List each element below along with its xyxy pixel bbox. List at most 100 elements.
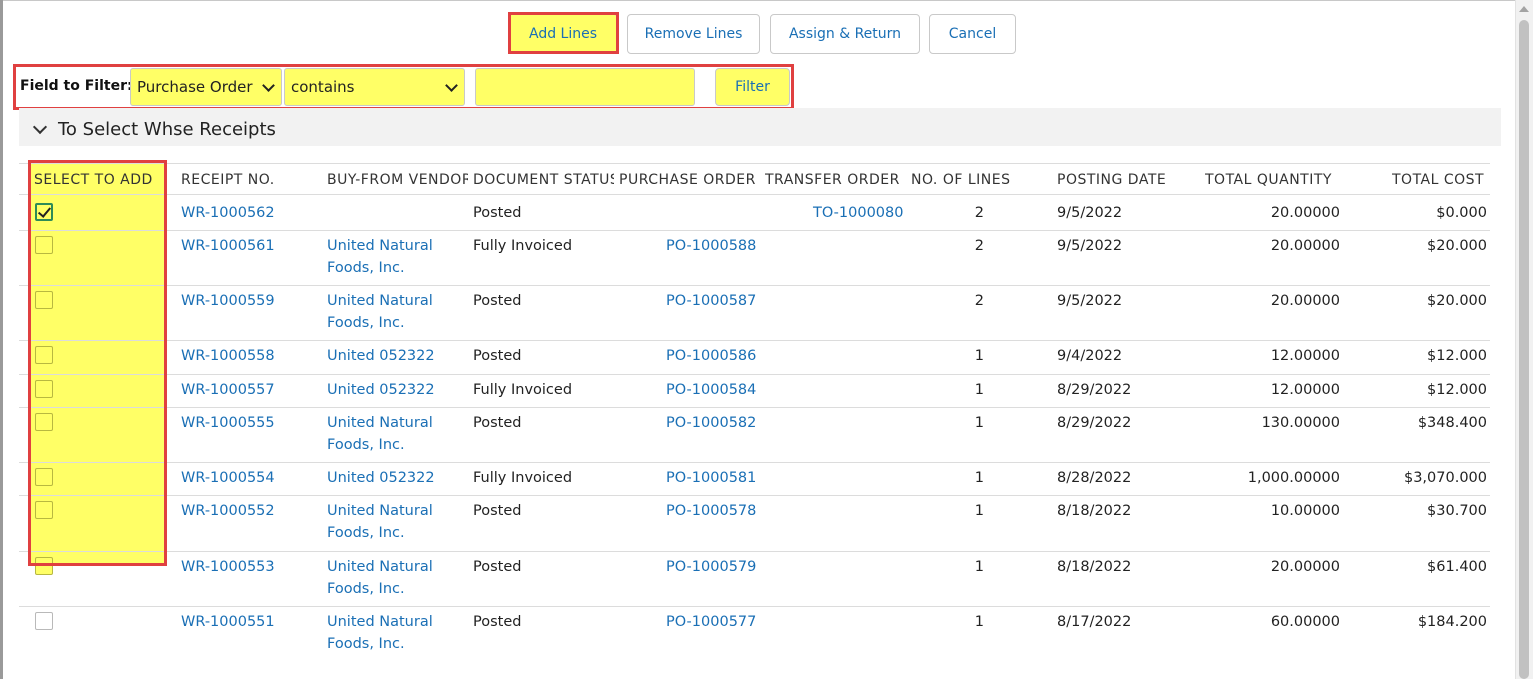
purchase-order-link[interactable]: PO-1000587 [666, 290, 756, 312]
document-status: Fully Invoiced [473, 382, 573, 398]
select-checkbox[interactable] [35, 612, 53, 630]
select-checkbox[interactable] [35, 346, 53, 364]
column-header-posting-date[interactable]: POSTING DATE [1057, 172, 1199, 188]
select-checkbox[interactable] [35, 236, 53, 254]
number-of-lines: 1 [974, 503, 984, 519]
document-status: Posted [473, 614, 522, 630]
chevron-down-icon [445, 79, 458, 92]
total-cost: $348.400 [1417, 415, 1487, 431]
purchase-order-link[interactable]: PO-1000581 [666, 467, 756, 489]
posting-date: 9/5/2022 [1057, 238, 1123, 254]
column-header-total-quantity[interactable]: TOTAL QUANTITY [1205, 172, 1347, 188]
select-checkbox[interactable] [35, 501, 53, 519]
filter-button[interactable]: Filter [715, 68, 790, 106]
header-bottom-border [19, 194, 1490, 195]
posting-date: 8/18/2022 [1057, 559, 1132, 575]
chevron-down-icon [262, 79, 275, 92]
purchase-order-link[interactable]: PO-1000586 [666, 345, 756, 367]
filter-operator-value: contains [291, 78, 355, 96]
purchase-order-link[interactable]: PO-1000578 [666, 500, 756, 522]
assign-return-button[interactable]: Assign & Return [770, 14, 920, 54]
vendor-line-2: Foods, Inc. [327, 315, 405, 331]
vendor-line-2: Foods, Inc. [327, 260, 405, 276]
number-of-lines: 1 [974, 559, 984, 575]
vendor-link[interactable]: United Natural Foods, Inc. [327, 500, 467, 544]
purchase-order-link[interactable]: PO-1000588 [666, 235, 756, 257]
select-checkbox[interactable] [35, 203, 53, 221]
vendor-link[interactable]: United Natural Foods, Inc. [327, 290, 467, 334]
row-divider [19, 407, 1490, 408]
add-lines-button[interactable]: Add Lines [508, 14, 618, 54]
filter-operator-select[interactable]: contains [284, 68, 465, 106]
receipt-link[interactable]: WR-1000558 [181, 345, 275, 367]
vendor-link[interactable]: United Natural Foods, Inc. [327, 235, 467, 279]
vendor-link[interactable]: United 052322 [327, 345, 467, 367]
select-checkbox[interactable] [35, 468, 53, 486]
document-status: Fully Invoiced [473, 470, 573, 486]
number-of-lines: 1 [974, 614, 984, 630]
receipt-link[interactable]: WR-1000552 [181, 500, 275, 522]
vendor-link[interactable]: United 052322 [327, 467, 467, 489]
purchase-order-link[interactable]: PO-1000577 [666, 611, 756, 633]
posting-date: 9/5/2022 [1057, 205, 1123, 221]
scrollbar-thumb[interactable] [1519, 20, 1529, 679]
receipt-link[interactable]: WR-1000557 [181, 379, 275, 401]
select-checkbox[interactable] [35, 413, 53, 431]
cancel-button[interactable]: Cancel [929, 14, 1016, 54]
column-header-vendor[interactable]: BUY-FROM VENDOR [327, 172, 468, 188]
document-status: Posted [473, 348, 522, 364]
total-quantity: 20.00000 [1270, 238, 1340, 254]
remove-lines-button[interactable]: Remove Lines [627, 14, 760, 54]
purchase-order-link[interactable]: PO-1000579 [666, 556, 756, 578]
select-checkbox[interactable] [35, 291, 53, 309]
row-divider [19, 551, 1490, 552]
receipt-link[interactable]: WR-1000561 [181, 235, 275, 257]
column-header-total-cost[interactable]: TOTAL COST [1392, 172, 1488, 188]
vendor-line-1: United Natural [327, 614, 433, 630]
column-header-lines[interactable]: NO. OF LINES [911, 172, 1053, 188]
receipt-link[interactable]: WR-1000562 [181, 202, 275, 224]
receipt-link[interactable]: WR-1000551 [181, 611, 275, 633]
transfer-order-link[interactable]: TO-1000080 [813, 202, 903, 224]
purchase-order-link[interactable]: PO-1000582 [666, 412, 756, 434]
vendor-link[interactable]: United Natural Foods, Inc. [327, 556, 467, 600]
posting-date: 8/17/2022 [1057, 614, 1132, 630]
filter-field-select[interactable]: Purchase Order [130, 68, 282, 106]
table-top-border [19, 163, 1490, 164]
scroll-up-arrow-icon[interactable] [1519, 6, 1529, 12]
filter-value-input[interactable] [475, 68, 695, 106]
purchase-order-link[interactable]: PO-1000584 [666, 379, 756, 401]
vendor-line-1: United Natural [327, 293, 433, 309]
select-checkbox[interactable] [35, 557, 53, 575]
column-header-purchase-order[interactable]: PURCHASE ORDER [619, 172, 761, 188]
posting-date: 8/18/2022 [1057, 503, 1132, 519]
vendor-link[interactable]: United Natural Foods, Inc. [327, 611, 467, 655]
total-quantity: 12.00000 [1270, 348, 1340, 364]
number-of-lines: 2 [974, 293, 984, 309]
number-of-lines: 2 [974, 238, 984, 254]
vendor-line-1: United Natural [327, 503, 433, 519]
posting-date: 8/29/2022 [1057, 415, 1132, 431]
vendor-link[interactable]: United 052322 [327, 379, 467, 401]
vendor-link[interactable]: United Natural Foods, Inc. [327, 412, 467, 456]
document-status: Posted [473, 205, 522, 221]
receipt-link[interactable]: WR-1000555 [181, 412, 275, 434]
select-checkbox[interactable] [35, 380, 53, 398]
filter-field-value: Purchase Order [137, 78, 253, 96]
document-status: Fully Invoiced [473, 238, 573, 254]
column-header-select[interactable]: SELECT TO ADD [34, 172, 164, 188]
row-divider [19, 285, 1490, 286]
total-cost: $61.400 [1427, 559, 1487, 575]
total-quantity: 1,000.00000 [1247, 470, 1340, 486]
column-header-transfer-order[interactable]: TRANSFER ORDER [765, 172, 907, 188]
total-cost: $3,070.000 [1403, 470, 1487, 486]
row-divider [19, 340, 1490, 341]
receipt-link[interactable]: WR-1000559 [181, 290, 275, 312]
total-cost: $20.000 [1427, 238, 1487, 254]
receipt-link[interactable]: WR-1000554 [181, 467, 275, 489]
vendor-line-1: United 052322 [327, 348, 435, 364]
posting-date: 9/5/2022 [1057, 293, 1123, 309]
column-header-receipt[interactable]: RECEIPT NO. [181, 172, 321, 188]
column-header-status[interactable]: DOCUMENT STATUS [473, 172, 614, 188]
receipt-link[interactable]: WR-1000553 [181, 556, 275, 578]
